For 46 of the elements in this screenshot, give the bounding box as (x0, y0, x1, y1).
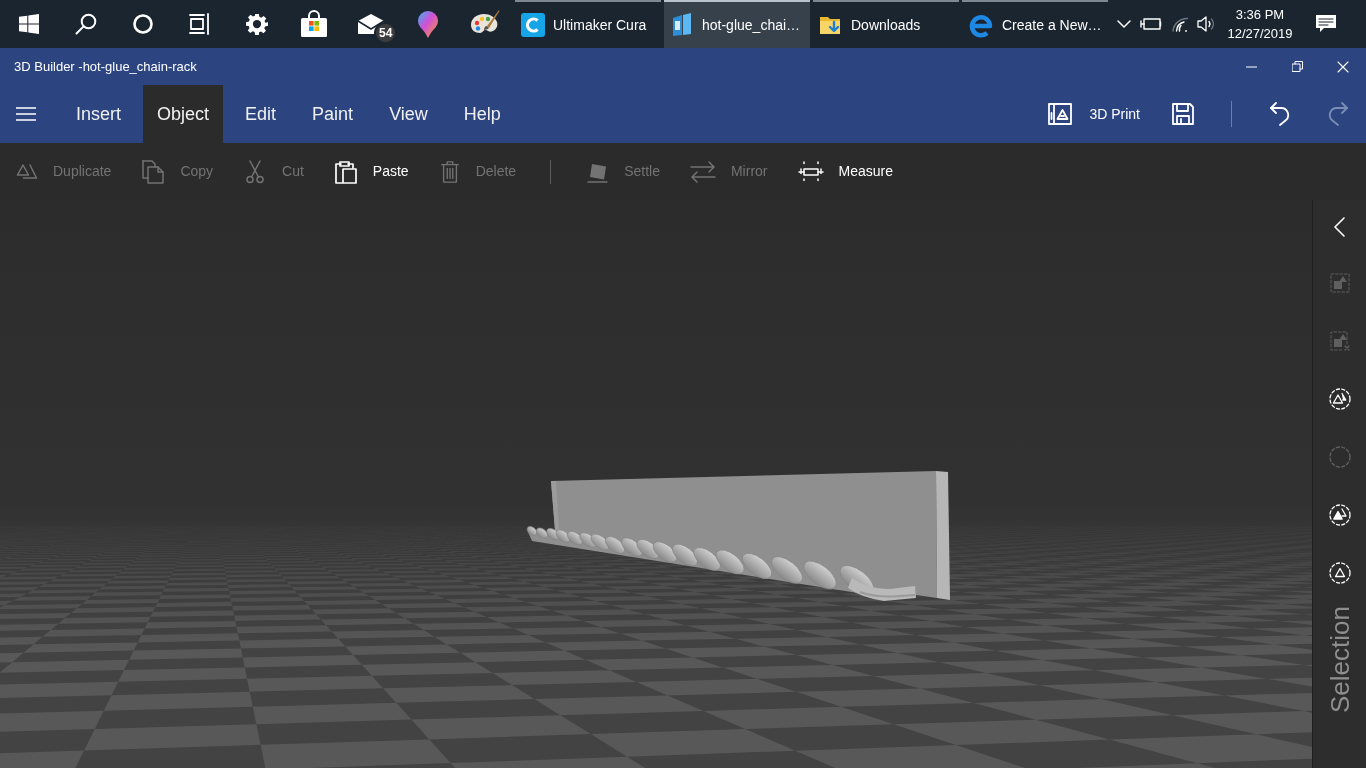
minimize-icon (1245, 65, 1257, 68)
close-icon (1337, 60, 1349, 73)
start-logo-icon (18, 14, 39, 34)
copy-icon (141, 159, 166, 184)
menu-icon (16, 107, 36, 121)
letter-c-app-icon (521, 13, 545, 37)
panel-title: Selection (1324, 606, 1355, 713)
print-button[interactable]: 3D Print (1035, 85, 1152, 143)
slanted-block-app-icon (670, 13, 694, 37)
task-view-icon (188, 13, 211, 35)
redo-icon (1326, 102, 1350, 126)
clock-button[interactable]: 3:36 PM 12/27/2019 (1218, 0, 1302, 48)
trash-can-icon (438, 160, 461, 183)
ribbon-tab[interactable]: Edit (231, 85, 291, 143)
3d-print-icon (1047, 101, 1074, 127)
search-icon (74, 13, 97, 35)
color-drop-icon (416, 10, 439, 38)
clock-date: 12/27/2019 (1227, 25, 1293, 43)
measure-button[interactable]: Measure (781, 143, 907, 200)
paste-button[interactable]: Paste (317, 143, 423, 200)
ribbon-tab[interactable]: Help (449, 85, 515, 143)
ribbon-tab[interactable]: View (375, 85, 442, 143)
chain-rack-model-drawing[interactable] (526, 471, 950, 601)
ribbon-tab[interactable]: Object (143, 85, 224, 143)
save-icon (1171, 102, 1195, 126)
swap-arrows-icon (689, 160, 716, 183)
taskbar-app-button[interactable]: hot-glue_chai… (664, 0, 810, 48)
notification-icon (1315, 14, 1337, 34)
wifi-icon (1171, 16, 1189, 32)
window-title: 3D Builder -hot-glue_chain-rack (13, 57, 197, 76)
ribbon-tab[interactable]: Insert (62, 85, 136, 143)
notification-count: 54 (374, 22, 398, 44)
restore-icon (1291, 61, 1303, 72)
letter-e-app-icon (968, 12, 994, 38)
ruler-icon (797, 160, 824, 183)
speaker-icon (1197, 16, 1215, 32)
clock-time: 3:36 PM (1235, 6, 1285, 24)
ring-icon (132, 14, 153, 34)
shopping-bag-icon (299, 10, 328, 38)
battery-plug-icon (1140, 17, 1162, 31)
taskbar-button[interactable]: 54 (342, 0, 399, 48)
ribbon-tab[interactable]: Paint (298, 85, 368, 143)
undo-icon (1268, 102, 1292, 126)
paste-icon (333, 159, 358, 184)
chevron-down-icon (1117, 20, 1131, 28)
settings-icon (245, 13, 268, 35)
